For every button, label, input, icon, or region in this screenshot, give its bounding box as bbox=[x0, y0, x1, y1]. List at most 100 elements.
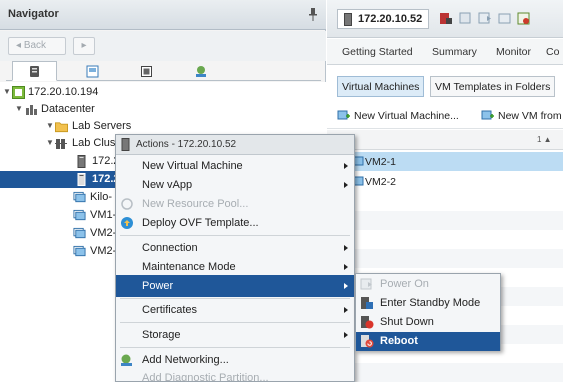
tab-configure[interactable]: Co bbox=[546, 46, 559, 58]
datacenter-icon bbox=[26, 105, 37, 115]
pin-icon[interactable] bbox=[308, 8, 318, 21]
host-icon bbox=[121, 138, 130, 151]
grid-empty-row bbox=[327, 211, 563, 230]
host-icon bbox=[77, 155, 86, 168]
new-resource-pool-icon[interactable] bbox=[497, 11, 512, 26]
vcenter-icon bbox=[12, 86, 25, 99]
menu-item-label: New Virtual Machine bbox=[142, 160, 243, 172]
tab-storage[interactable] bbox=[124, 61, 169, 81]
menu-item-label: Storage bbox=[142, 329, 181, 341]
vm-icon bbox=[73, 209, 86, 221]
menu-item-enter-standby-mode[interactable]: Enter Standby Mode bbox=[356, 294, 500, 313]
new-virtual-machine-label: New Virtual Machine... bbox=[354, 110, 459, 122]
menu-item-power-on[interactable]: Power On bbox=[356, 275, 500, 294]
submenu-arrow-icon bbox=[344, 264, 348, 270]
menu-item-label: Connection bbox=[142, 242, 198, 254]
actions-menu-header: Actions - 172.20.10.52 bbox=[116, 135, 354, 155]
menu-item-reboot[interactable]: Reboot bbox=[356, 332, 500, 351]
tree-item-label: Lab Servers bbox=[72, 120, 132, 132]
submenu-arrow-icon bbox=[344, 307, 348, 313]
navigator-header: Navigator bbox=[0, 0, 326, 30]
back-label: Back bbox=[23, 40, 47, 51]
new-vapp-icon[interactable] bbox=[477, 11, 492, 26]
grid-header: me 1 ▲ bbox=[327, 130, 563, 150]
actions-context-menu: Actions - 172.20.10.52 New Virtual Machi… bbox=[115, 134, 355, 382]
tab-getting-started[interactable]: Getting Started bbox=[342, 46, 413, 58]
tab-vms-and-templates[interactable] bbox=[70, 61, 115, 81]
host-icon bbox=[344, 13, 352, 26]
menu-item-label: Power On bbox=[380, 278, 429, 290]
tab-hosts-and-clusters[interactable] bbox=[12, 61, 57, 81]
tab-networking[interactable] bbox=[178, 61, 223, 81]
new-virtual-machine-button[interactable]: New Virtual Machine... bbox=[337, 110, 459, 122]
menu-separator bbox=[120, 322, 350, 323]
power-submenu: Power On Enter Standby Mode Shut Down Re… bbox=[355, 273, 501, 351]
forward-button[interactable]: ▸ bbox=[73, 37, 95, 55]
vm-name: VM2-2 bbox=[365, 176, 396, 188]
expand-arrow-icon[interactable]: ▼ bbox=[3, 87, 12, 96]
tab-monitor[interactable]: Monitor bbox=[496, 46, 531, 58]
tree-item-lab-servers[interactable]: ▼ Lab Servers bbox=[0, 118, 326, 135]
menu-item-power[interactable]: Power bbox=[116, 275, 354, 297]
menu-item-label: Add Diagnostic Partition... bbox=[142, 372, 269, 382]
tree-item-vcenter[interactable]: ▼ 172.20.10.194 bbox=[0, 84, 326, 101]
tree-item-label: 172.20.10.194 bbox=[28, 86, 99, 98]
back-button[interactable]: ◂ Back bbox=[8, 37, 66, 55]
submenu-arrow-icon bbox=[344, 163, 348, 169]
expand-arrow-icon[interactable]: ▼ bbox=[46, 121, 55, 130]
tab-virtual-machines[interactable]: Virtual Machines bbox=[337, 76, 425, 97]
menu-item-label: Reboot bbox=[380, 335, 418, 347]
cluster-icon bbox=[55, 139, 67, 149]
submenu-arrow-icon bbox=[344, 182, 348, 188]
menu-item-storage[interactable]: Storage bbox=[116, 324, 354, 346]
menu-item-label: Deploy OVF Template... bbox=[142, 217, 259, 229]
menu-separator bbox=[120, 235, 350, 236]
menu-item-certificates[interactable]: Certificates bbox=[116, 299, 354, 321]
expand-arrow-icon[interactable]: ▼ bbox=[46, 138, 55, 147]
menu-item-add-diagnostic-partition[interactable]: Add Diagnostic Partition... bbox=[116, 367, 354, 382]
tree-item-label: Kilo- bbox=[90, 191, 113, 203]
object-title: 172.20.10.52 bbox=[337, 9, 430, 29]
grid-row[interactable]: VM2-1 bbox=[327, 152, 563, 171]
submenu-arrow-icon bbox=[344, 283, 348, 289]
grid-empty-row bbox=[327, 363, 563, 382]
back-arrow-icon: ◂ bbox=[16, 40, 24, 51]
resource-pool-icon bbox=[121, 198, 133, 210]
tree-item-label: VM2- bbox=[90, 227, 117, 239]
grid-row[interactable]: VM2-2 bbox=[327, 172, 563, 191]
reboot-icon bbox=[361, 335, 374, 348]
tab-vm-templates-in-folders[interactable]: VM Templates in Folders bbox=[430, 76, 556, 97]
storage-icon bbox=[141, 65, 152, 77]
menu-item-label: Enter Standby Mode bbox=[380, 297, 481, 309]
menu-item-label: New Resource Pool... bbox=[142, 198, 249, 210]
expand-arrow-icon[interactable]: ▼ bbox=[15, 104, 24, 113]
tree-item-datacenter[interactable]: ▼ Datacenter bbox=[0, 101, 326, 118]
tab-summary[interactable]: Summary bbox=[432, 46, 477, 58]
menu-item-label: New vApp bbox=[142, 179, 193, 191]
menu-separator bbox=[120, 347, 350, 348]
new-vm-from-button[interactable]: New VM from bbox=[481, 110, 562, 122]
object-header: 172.20.10.52 bbox=[327, 0, 563, 38]
standby-icon bbox=[361, 297, 373, 309]
vm-icon bbox=[73, 245, 86, 257]
vm-icon bbox=[73, 191, 86, 203]
vm-icon bbox=[73, 227, 86, 239]
add-host-icon[interactable] bbox=[438, 11, 453, 26]
power-on-icon bbox=[360, 278, 372, 290]
menu-item-label: Maintenance Mode bbox=[142, 261, 236, 273]
deploy-ovf-icon bbox=[121, 217, 133, 229]
navigator-toolbar: ◂ Back ▸ bbox=[0, 31, 326, 61]
menu-item-deploy-ovf-template[interactable]: Deploy OVF Template... bbox=[116, 212, 354, 234]
new-vm-icon bbox=[337, 110, 350, 120]
menu-item-shut-down[interactable]: Shut Down bbox=[356, 313, 500, 332]
hosts-clusters-icon bbox=[30, 65, 39, 77]
sort-indicator[interactable]: 1 ▲ bbox=[537, 135, 552, 144]
new-vm-from-icon bbox=[481, 110, 494, 120]
actions-menu-title: Actions - 172.20.10.52 bbox=[136, 139, 237, 150]
networking-icon bbox=[195, 65, 206, 77]
submenu-arrow-icon bbox=[344, 332, 348, 338]
deploy-ovf-icon[interactable] bbox=[516, 11, 531, 26]
new-vm-from-label: New VM from bbox=[498, 110, 562, 122]
new-vm-icon[interactable] bbox=[458, 11, 473, 26]
vm-name: VM2-1 bbox=[365, 156, 396, 168]
